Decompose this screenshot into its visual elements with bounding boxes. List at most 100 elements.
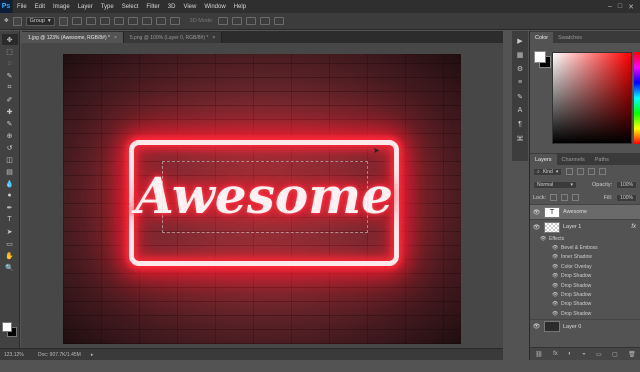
maximize-icon[interactable]: □: [618, 3, 622, 11]
minimize-icon[interactable]: –: [608, 3, 612, 11]
new-layer-icon[interactable]: ▢: [612, 351, 618, 358]
eyedropper-icon[interactable]: ✐: [2, 94, 18, 105]
move-tool-icon[interactable]: ✥: [4, 18, 9, 24]
3d-scale-icon[interactable]: [273, 17, 284, 25]
effect-row[interactable]: 👁 Color Overlay: [530, 262, 640, 271]
3d-pan-icon[interactable]: [245, 17, 256, 25]
link-layers-icon[interactable]: ⛓: [535, 351, 543, 358]
glyphs-icon[interactable]: ⌘: [514, 133, 526, 144]
visibility-eye-icon[interactable]: 👁: [552, 254, 561, 260]
tab-document-1[interactable]: 1.jpg @ 123% (Awesome, RGB/8#) * ×: [22, 32, 124, 43]
pen-icon[interactable]: ✒: [2, 202, 18, 213]
align-top-icon[interactable]: [71, 17, 82, 25]
lock-position-icon[interactable]: [561, 194, 569, 201]
dodge-icon[interactable]: ●: [2, 190, 18, 201]
menu-view[interactable]: View: [179, 4, 200, 10]
align-center-icon[interactable]: [127, 17, 138, 25]
menu-help[interactable]: Help: [230, 4, 250, 10]
filter-shape-icon[interactable]: [599, 168, 607, 175]
stamp-icon[interactable]: ⊕: [2, 130, 18, 141]
character-icon[interactable]: A: [514, 105, 526, 116]
lasso-icon[interactable]: ◌: [2, 58, 18, 69]
menu-edit[interactable]: Edit: [31, 4, 49, 10]
menu-3d[interactable]: 3D: [164, 4, 180, 10]
panel-foreground-swatch[interactable]: [534, 51, 546, 63]
filter-kind-dropdown[interactable]: ⌕ Kind ▾: [533, 167, 563, 176]
filter-adjust-icon[interactable]: [577, 168, 585, 175]
align-bottom-icon[interactable]: [99, 17, 110, 25]
path-select-icon[interactable]: ➤: [2, 226, 18, 237]
auto-select-dropdown[interactable]: Group ▾: [25, 16, 55, 26]
menu-select[interactable]: Select: [118, 4, 143, 10]
tab-layers[interactable]: Layers: [530, 154, 557, 165]
crop-icon[interactable]: ⌗: [2, 82, 18, 93]
brush-preset-icon[interactable]: ✎: [514, 91, 526, 102]
tab-paths[interactable]: Paths: [590, 154, 614, 165]
hue-slider[interactable]: [634, 52, 640, 144]
quick-select-icon[interactable]: ✎: [2, 70, 18, 81]
effect-row[interactable]: 👁 Drop Shadow: [530, 290, 640, 299]
menu-filter[interactable]: Filter: [142, 4, 163, 10]
delete-layer-icon[interactable]: 🗑: [628, 351, 636, 358]
effect-row[interactable]: 👁 Drop Shadow: [530, 300, 640, 309]
tab-channels[interactable]: Channels: [557, 154, 590, 165]
move-icon[interactable]: ✥: [1, 34, 18, 45]
layer-row-awesome[interactable]: 👁 T Awesome: [530, 204, 640, 219]
layer-name[interactable]: Layer 1: [563, 224, 581, 230]
menu-layer[interactable]: Layer: [74, 4, 97, 10]
distribute-icon[interactable]: [155, 17, 166, 25]
3d-rotate-icon[interactable]: [217, 17, 228, 25]
visibility-eye-icon[interactable]: 👁: [552, 311, 561, 317]
effect-row[interactable]: 👁 Inner Shadow: [530, 253, 640, 262]
menu-file[interactable]: File: [13, 4, 31, 10]
visibility-eye-icon[interactable]: 👁: [532, 209, 541, 216]
gradient-icon[interactable]: ▤: [2, 166, 18, 177]
3d-roll-icon[interactable]: [231, 17, 242, 25]
visibility-eye-icon[interactable]: 👁: [552, 264, 561, 270]
lock-pixels-icon[interactable]: [550, 194, 558, 201]
align-right-icon[interactable]: [141, 17, 152, 25]
effects-fx-icon[interactable]: fx: [631, 224, 636, 230]
effect-row[interactable]: 👁 Bevel & Emboss: [530, 243, 640, 252]
add-mask-icon[interactable]: ◐: [568, 351, 572, 357]
visibility-eye-icon[interactable]: 👁: [532, 323, 541, 330]
auto-select-checkbox[interactable]: [12, 16, 22, 26]
rectangle-icon[interactable]: ▭: [2, 238, 18, 249]
opacity-field[interactable]: 100%: [616, 180, 637, 189]
effects-header[interactable]: 👁 Effects: [530, 234, 640, 243]
effect-row[interactable]: 👁 Drop Shadow: [530, 272, 640, 281]
menu-image[interactable]: Image: [49, 4, 74, 10]
blur-icon[interactable]: 💧: [2, 178, 18, 189]
document-canvas[interactable]: Awesome ➤: [63, 54, 461, 344]
align-left-icon[interactable]: [113, 17, 124, 25]
zoom-level[interactable]: 123.12%: [4, 352, 28, 358]
color-picker-field[interactable]: [552, 52, 632, 144]
menu-type[interactable]: Type: [97, 4, 118, 10]
foreground-color-swatch[interactable]: [2, 322, 12, 332]
new-group-icon[interactable]: ▭: [596, 351, 602, 358]
close-tab-icon[interactable]: ×: [212, 35, 215, 41]
transform-bounding-box[interactable]: [162, 161, 368, 233]
history-brush-icon[interactable]: ↺: [2, 142, 18, 153]
layer-name[interactable]: Awesome: [563, 209, 587, 215]
layer-name[interactable]: Layer 0: [563, 324, 581, 330]
status-arrow-icon[interactable]: ▸: [91, 352, 94, 358]
tab-color[interactable]: Color: [530, 32, 554, 43]
lock-all-icon[interactable]: [572, 194, 580, 201]
settings-icon[interactable]: ⚙: [514, 63, 526, 74]
close-icon[interactable]: ✕: [628, 3, 634, 11]
visibility-eye-icon[interactable]: 👁: [540, 236, 549, 242]
filter-type-icon[interactable]: [588, 168, 596, 175]
visibility-eye-icon[interactable]: 👁: [552, 301, 561, 307]
adjustment-layer-icon[interactable]: ◒: [582, 351, 586, 357]
3d-slide-icon[interactable]: [259, 17, 270, 25]
play-icon[interactable]: ▶: [514, 35, 526, 46]
add-style-icon[interactable]: fx: [553, 351, 558, 357]
visibility-eye-icon[interactable]: 👁: [552, 292, 561, 298]
menu-window[interactable]: Window: [200, 4, 229, 10]
visibility-eye-icon[interactable]: 👁: [532, 224, 541, 231]
visibility-eye-icon[interactable]: 👁: [552, 245, 561, 251]
tab-swatches[interactable]: Swatches: [553, 32, 587, 43]
type-icon[interactable]: T: [2, 214, 18, 225]
tab-document-2[interactable]: 5.png @ 100% (Layer 0, RGB/8#) * ×: [123, 32, 223, 43]
